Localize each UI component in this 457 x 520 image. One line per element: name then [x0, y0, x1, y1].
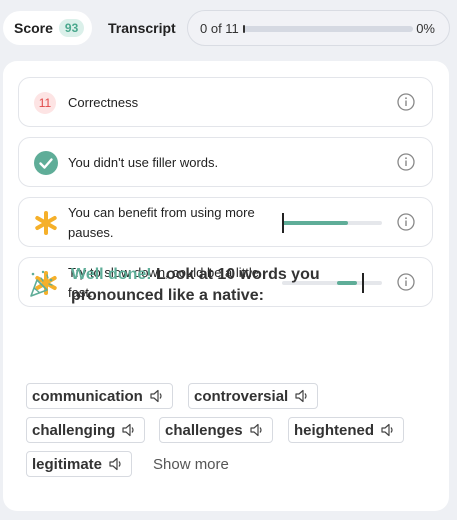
word-label: challenges [165, 421, 243, 439]
word-chip[interactable]: legitimate [26, 451, 133, 477]
info-icon[interactable] [397, 273, 415, 291]
native-words-accent: Well done! [71, 266, 152, 283]
word-chip[interactable]: controversial [188, 383, 319, 409]
progress-count: 0 of 11 [200, 21, 239, 36]
tab-score-label: Score [14, 20, 53, 36]
pauses-label-line1: You can benefit from using more [68, 205, 255, 220]
word-label: heightened [294, 421, 375, 439]
speaker-icon[interactable] [122, 423, 136, 437]
party-popper-icon [30, 270, 53, 297]
pauses-meter [282, 213, 382, 233]
speaker-icon[interactable] [381, 423, 395, 437]
score-badge: 93 [58, 19, 85, 37]
correctness-card: 11 Correctness [18, 77, 433, 127]
progress-fill [243, 25, 245, 33]
native-words-heading: Well done! Look at 10 words you pronounc… [71, 264, 391, 306]
pauses-meter-marker [282, 213, 284, 233]
progress-track [243, 25, 413, 33]
info-icon[interactable] [397, 213, 415, 231]
pauses-meter-fill [282, 221, 348, 225]
asterisk-icon [35, 211, 57, 235]
word-label: legitimate [32, 455, 103, 473]
filler-words-card: You didn't use filler words. [18, 137, 433, 187]
speaker-icon[interactable] [109, 457, 123, 471]
word-label: controversial [194, 387, 289, 405]
tab-score[interactable]: Score 93 [3, 11, 92, 45]
word-chip[interactable]: communication [26, 383, 173, 409]
show-more-link[interactable]: Show more [153, 456, 229, 473]
progress-indicator: 0 of 11 0% [187, 10, 450, 46]
progress-percent: 0% [416, 21, 435, 36]
speaker-icon[interactable] [150, 389, 164, 403]
pauses-label-line2: pauses. [68, 225, 114, 240]
speaker-icon[interactable] [249, 423, 264, 437]
info-icon[interactable] [397, 93, 415, 111]
error-count-badge: 11 [34, 92, 56, 114]
pauses-card: You can benefit from using more pauses. [18, 197, 433, 247]
filler-words-label: You didn't use filler words. [68, 155, 219, 170]
word-label: communication [32, 387, 143, 405]
word-chip[interactable]: challenges [159, 417, 273, 443]
word-chip[interactable]: heightened [288, 417, 405, 443]
tab-transcript[interactable]: Transcript [108, 20, 176, 36]
speaker-icon[interactable] [295, 389, 309, 403]
correctness-label: Correctness [68, 95, 139, 110]
check-circle-icon [34, 151, 58, 175]
word-chip[interactable]: challenging [26, 417, 146, 443]
top-bar: Score 93 Transcript 0 of 11 0% [0, 0, 457, 56]
word-label: challenging [32, 421, 116, 439]
info-icon[interactable] [397, 153, 415, 171]
